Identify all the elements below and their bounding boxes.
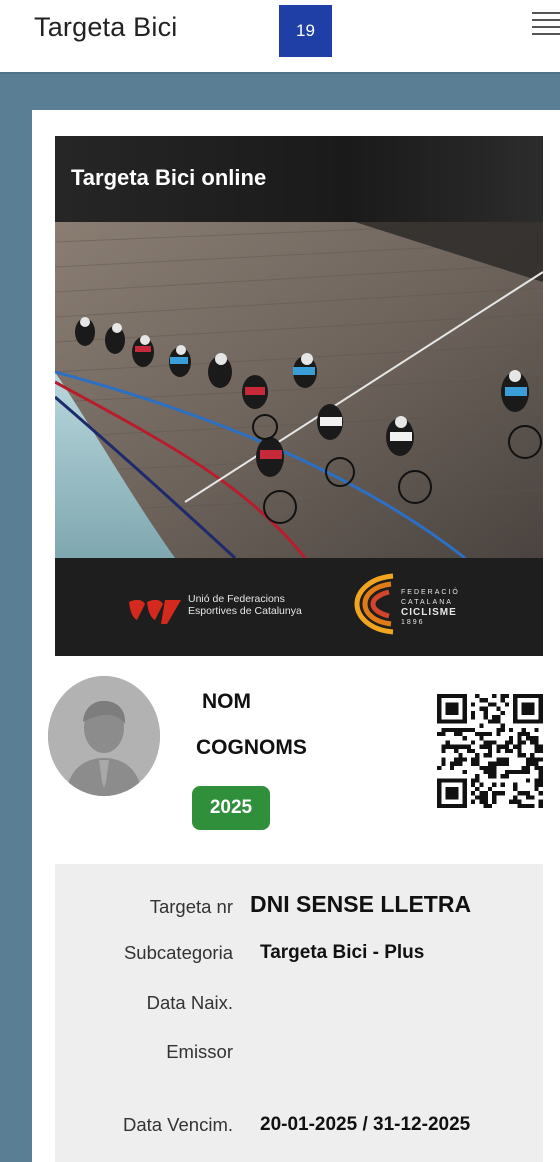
- ufec-name: Unió de Federacions Esportives de Catalu…: [188, 593, 302, 617]
- card-frame: Targeta Bici online Unió de Federacions …: [0, 72, 560, 1162]
- velodrome-photo: [55, 222, 543, 558]
- fcc-logo: [354, 573, 394, 635]
- row-card-number: Targeta nr DNI SENSE LLETRA: [55, 888, 543, 918]
- avatar: [48, 676, 160, 796]
- card-banner: Targeta Bici online Unió de Federacions …: [55, 136, 543, 656]
- subcategory-label: Subcategoria: [123, 942, 233, 963]
- banner-title: Targeta Bici online: [71, 165, 267, 190]
- row-issuer: Emissor: [55, 1041, 543, 1071]
- row-subcategory: Subcategoria Targeta Bici - Plus: [55, 942, 543, 972]
- card-number-label: Targeta nr: [149, 896, 233, 917]
- fcc-line-1: FEDERACIÓ: [401, 589, 460, 596]
- banner-footer: Unió de Federacions Esportives de Catalu…: [55, 558, 543, 656]
- expiry-label: Data Vencim.: [122, 1114, 233, 1135]
- fcc-line-3: CICLISME: [401, 607, 457, 618]
- fcc-line-4: 1896: [401, 619, 425, 626]
- app-title: Targeta Bici: [34, 12, 178, 42]
- year-badge: 2025: [192, 786, 270, 830]
- expiry-value: 20-01-2025 / 31-12-2025: [260, 1114, 471, 1135]
- notification-badge[interactable]: 19: [279, 5, 332, 57]
- ufec-line-2: Esportives de Catalunya: [188, 605, 302, 617]
- birth-date-label: Data Naix.: [146, 992, 233, 1013]
- ufec-line-1: Unió de Federacions: [188, 593, 285, 605]
- issuer-label: Emissor: [166, 1041, 233, 1062]
- top-bar: Targeta Bici 19: [0, 0, 560, 72]
- frame-top-strip: [0, 72, 560, 110]
- row-expiry: Data Vencim. 20-01-2025 / 31-12-2025: [55, 1114, 543, 1144]
- banner-header: Targeta Bici online: [55, 136, 543, 222]
- qr-code[interactable]: [437, 694, 543, 808]
- hamburger-menu-icon[interactable]: [532, 12, 560, 38]
- membership-card: Targeta Bici online Unió de Federacions …: [32, 110, 560, 1162]
- subcategory-value: Targeta Bici - Plus: [260, 942, 425, 963]
- card-number-value: DNI SENSE LLETRA: [250, 891, 472, 917]
- holder-name: NOM: [202, 690, 251, 713]
- card-details: Targeta nr DNI SENSE LLETRA Subcategoria…: [55, 864, 543, 1162]
- ufec-logo: [129, 599, 181, 624]
- holder-surname: COGNOMS: [196, 736, 307, 759]
- fcc-name: FEDERACIÓ CATALANA CICLISME 1896: [401, 588, 460, 628]
- row-birth-date: Data Naix.: [55, 992, 543, 1022]
